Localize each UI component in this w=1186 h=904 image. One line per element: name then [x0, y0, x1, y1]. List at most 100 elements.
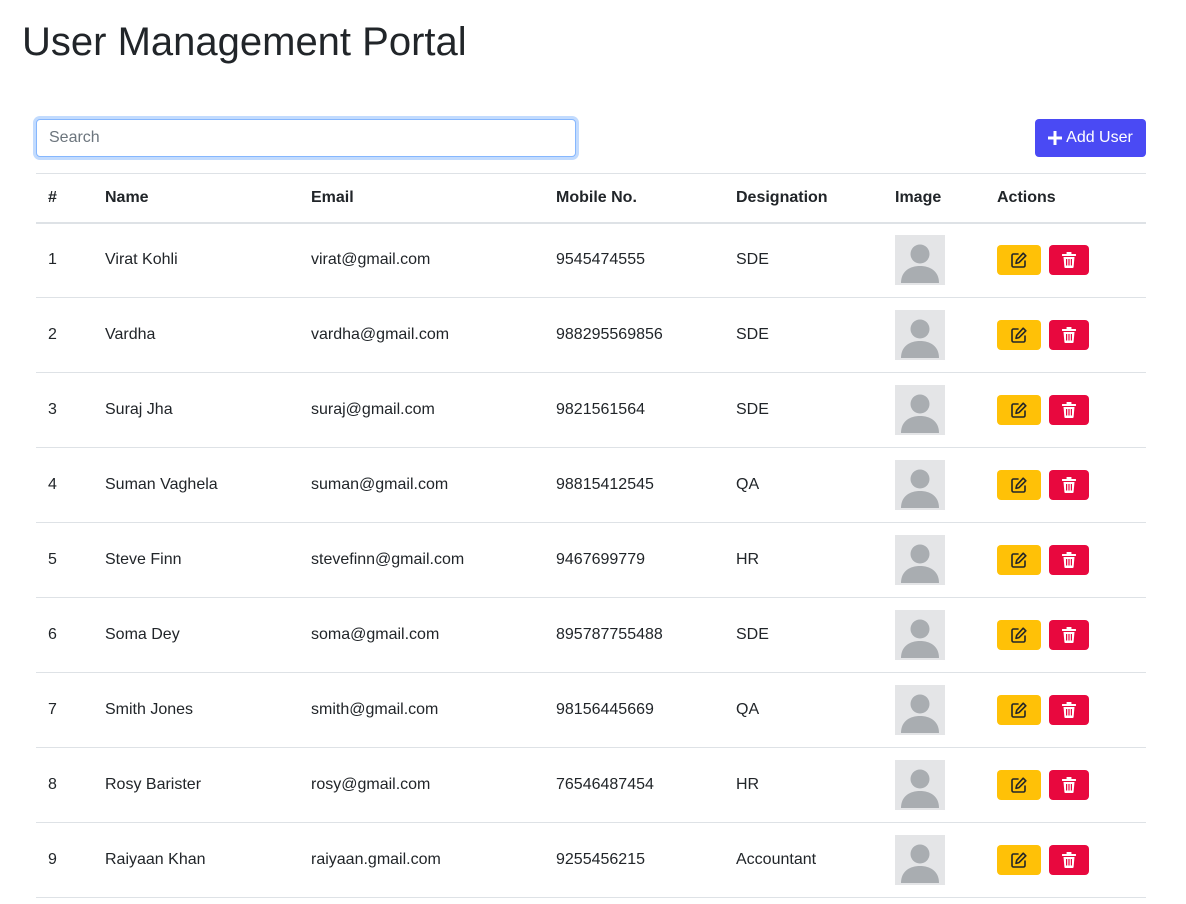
- table-row: 8 Rosy Barister rosy@gmail.com 76546487454 H…: [36, 748, 1146, 823]
- column-header-mobile: Mobile No.: [556, 188, 637, 206]
- actions-cell: [985, 373, 1146, 448]
- actions-cell: [985, 823, 1146, 898]
- user-email: suraj@gmail.com: [311, 401, 435, 418]
- delete-user-button[interactable]: [1049, 470, 1089, 500]
- edit-user-button[interactable]: [997, 245, 1041, 276]
- user-mobile: 76546487454: [556, 776, 654, 793]
- avatar-placeholder-icon: [895, 310, 945, 360]
- delete-user-button[interactable]: [1049, 395, 1089, 425]
- trash-icon: [1062, 477, 1076, 493]
- user-name: Smith Jones: [105, 701, 194, 718]
- actions-cell: [985, 298, 1146, 373]
- user-email: rosy@gmail.com: [311, 776, 431, 793]
- user-email: stevefinn@gmail.com: [311, 551, 465, 568]
- user-mobile: 98815412545: [556, 476, 654, 493]
- user-name: Raiyaan Khan: [105, 851, 206, 868]
- user-designation: SDE: [736, 401, 769, 418]
- edit-icon: [1010, 326, 1028, 344]
- row-number: 7: [48, 701, 57, 718]
- column-header-image: Image: [895, 188, 942, 206]
- table-row: 7 Smith Jones smith@gmail.com 98156445669 QA: [36, 673, 1146, 748]
- add-user-button[interactable]: Add User: [1035, 119, 1146, 157]
- actions-cell: [985, 448, 1146, 523]
- edit-user-button[interactable]: [997, 845, 1041, 875]
- avatar-placeholder-icon: [895, 235, 945, 286]
- table-header: # Name Email Mobile No. Designation Imag…: [36, 173, 1146, 223]
- row-number: 9: [48, 851, 57, 868]
- trash-icon: [1062, 702, 1076, 718]
- trash-icon: [1062, 252, 1076, 269]
- row-number: 2: [48, 326, 57, 343]
- user-designation: QA: [736, 476, 760, 493]
- delete-user-button[interactable]: [1049, 770, 1089, 800]
- delete-user-button[interactable]: [1049, 545, 1089, 575]
- user-designation: QA: [736, 701, 760, 718]
- row-actions: [997, 545, 1146, 575]
- user-image-cell: [883, 748, 985, 823]
- user-name: Virat Kohli: [105, 251, 178, 269]
- row-actions: [997, 770, 1146, 800]
- user-designation: Accountant: [736, 851, 817, 868]
- row-actions: [997, 245, 1146, 276]
- row-actions: [997, 845, 1146, 875]
- edit-icon: [1010, 701, 1028, 719]
- table-row: 1 Virat Kohli virat@gmail.com 9545474555 SDE: [36, 223, 1146, 298]
- user-designation: SDE: [736, 626, 769, 643]
- table-row: 6 Soma Dey soma@gmail.com 895787755488 SDE: [36, 598, 1146, 673]
- column-header-number: #: [48, 188, 57, 206]
- user-name: Suraj Jha: [105, 401, 173, 418]
- user-name: Suman Vaghela: [105, 476, 218, 493]
- edit-user-button[interactable]: [997, 695, 1041, 725]
- edit-user-button[interactable]: [997, 395, 1041, 425]
- users-table-container: # Name Email Mobile No. Designation Imag…: [36, 173, 1146, 898]
- page-title: User Management Portal: [22, 20, 467, 64]
- user-designation: SDE: [736, 326, 769, 343]
- user-email: smith@gmail.com: [311, 701, 439, 718]
- row-number: 1: [48, 251, 57, 269]
- actions-cell: [985, 748, 1146, 823]
- user-designation: HR: [736, 776, 760, 793]
- avatar-placeholder-icon: [895, 835, 945, 885]
- user-mobile: 98156445669: [556, 701, 654, 718]
- delete-user-button[interactable]: [1049, 245, 1089, 276]
- user-email: vardha@gmail.com: [311, 326, 450, 343]
- user-image-cell: [883, 298, 985, 373]
- avatar-placeholder-icon: [895, 760, 945, 810]
- delete-user-button[interactable]: [1049, 320, 1089, 350]
- search-input[interactable]: [36, 119, 576, 157]
- edit-icon: [1010, 476, 1028, 494]
- user-name: Rosy Barister: [105, 776, 202, 793]
- row-actions: [997, 470, 1146, 500]
- edit-icon: [1010, 251, 1028, 269]
- table-row: 4 Suman Vaghela suman@gmail.com 98815412545…: [36, 448, 1146, 523]
- column-header-actions: Actions: [997, 188, 1056, 206]
- edit-icon: [1010, 851, 1028, 869]
- user-designation: SDE: [736, 251, 769, 269]
- row-number: 8: [48, 776, 57, 793]
- user-mobile: 9467699779: [556, 551, 645, 568]
- user-email: raiyaan.gmail.com: [311, 851, 441, 868]
- edit-icon: [1010, 401, 1028, 419]
- avatar-placeholder-icon: [895, 685, 945, 735]
- edit-user-button[interactable]: [997, 545, 1041, 575]
- user-mobile: 9545474555: [556, 251, 645, 269]
- user-mobile: 9821561564: [556, 401, 645, 418]
- delete-user-button[interactable]: [1049, 695, 1089, 725]
- edit-user-button[interactable]: [997, 470, 1041, 500]
- edit-icon: [1010, 626, 1028, 644]
- user-image-cell: [883, 598, 985, 673]
- users-table: # Name Email Mobile No. Designation Imag…: [36, 173, 1146, 898]
- edit-user-button[interactable]: [997, 620, 1041, 650]
- trash-icon: [1062, 627, 1076, 643]
- delete-user-button[interactable]: [1049, 845, 1089, 875]
- actions-cell: [985, 523, 1146, 598]
- delete-user-button[interactable]: [1049, 620, 1089, 650]
- row-number: 3: [48, 401, 57, 418]
- user-mobile: 895787755488: [556, 626, 663, 643]
- edit-user-button[interactable]: [997, 320, 1041, 350]
- row-number: 4: [48, 476, 57, 493]
- actions-cell: [985, 223, 1146, 298]
- edit-user-button[interactable]: [997, 770, 1041, 800]
- user-image-cell: [883, 448, 985, 523]
- user-image-cell: [883, 673, 985, 748]
